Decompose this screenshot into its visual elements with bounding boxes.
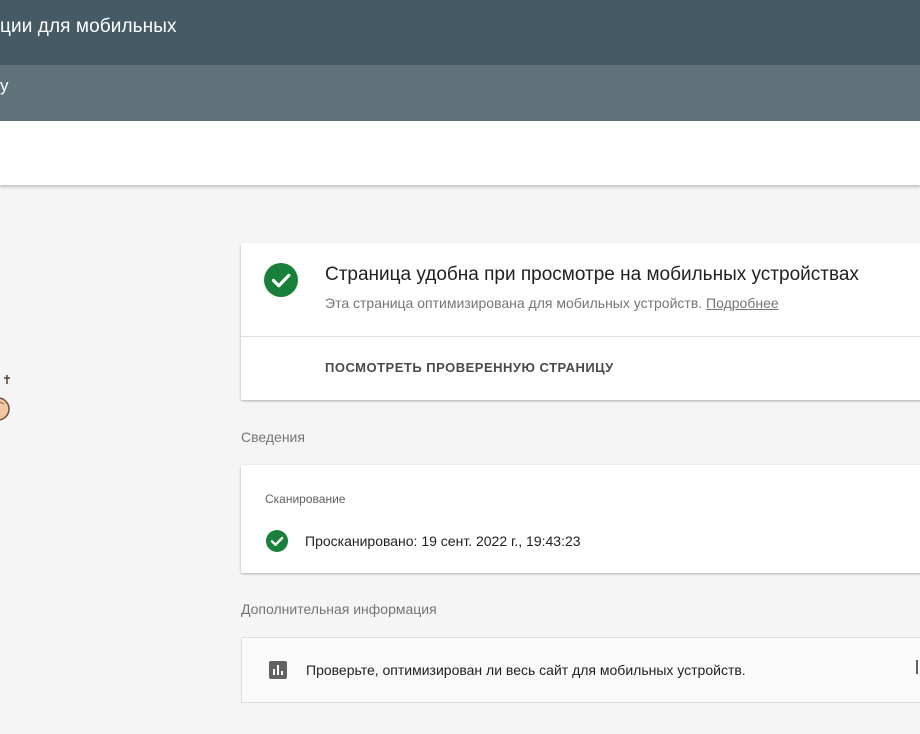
app-title: ции для мобильных <box>0 16 177 37</box>
site-check-row[interactable]: Проверьте, оптимизирован ли весь сайт дл… <box>241 637 920 703</box>
crawl-status: Просканировано: 19 сент. 2022 г., 19:43:… <box>305 533 581 549</box>
result-title: Страница удобна при просмотре на мобильн… <box>325 264 859 285</box>
details-section-label: Сведения <box>241 429 305 445</box>
divider <box>241 336 920 337</box>
learn-more-link[interactable]: Подробнее <box>706 295 779 311</box>
url-bar[interactable] <box>0 121 920 185</box>
view-tested-page-button[interactable]: ПОСМОТРЕТЬ ПРОВЕРЕННУЮ СТРАНИЦУ <box>325 360 614 375</box>
illustration-fragment <box>0 375 10 421</box>
app-header: ции для мобильных <box>0 0 920 65</box>
more-info-section-label: Дополнительная информация <box>241 601 437 617</box>
site-check-text: Проверьте, оптимизирован ли весь сайт дл… <box>306 662 746 678</box>
check-circle-icon <box>266 530 288 552</box>
crawl-card: Сканирование Просканировано: 19 сент. 20… <box>241 465 920 573</box>
result-card: Страница удобна при просмотре на мобильн… <box>241 243 920 400</box>
sub-header <box>0 65 920 121</box>
sub-header-text: y <box>0 76 9 95</box>
link-icon-fragment <box>916 660 918 674</box>
bar-chart-icon <box>269 661 287 679</box>
crawl-heading: Сканирование <box>265 492 346 506</box>
result-description-text: Эта страница оптимизирована для мобильны… <box>325 295 703 311</box>
check-circle-icon <box>264 263 298 297</box>
result-description: Эта страница оптимизирована для мобильны… <box>325 295 779 311</box>
